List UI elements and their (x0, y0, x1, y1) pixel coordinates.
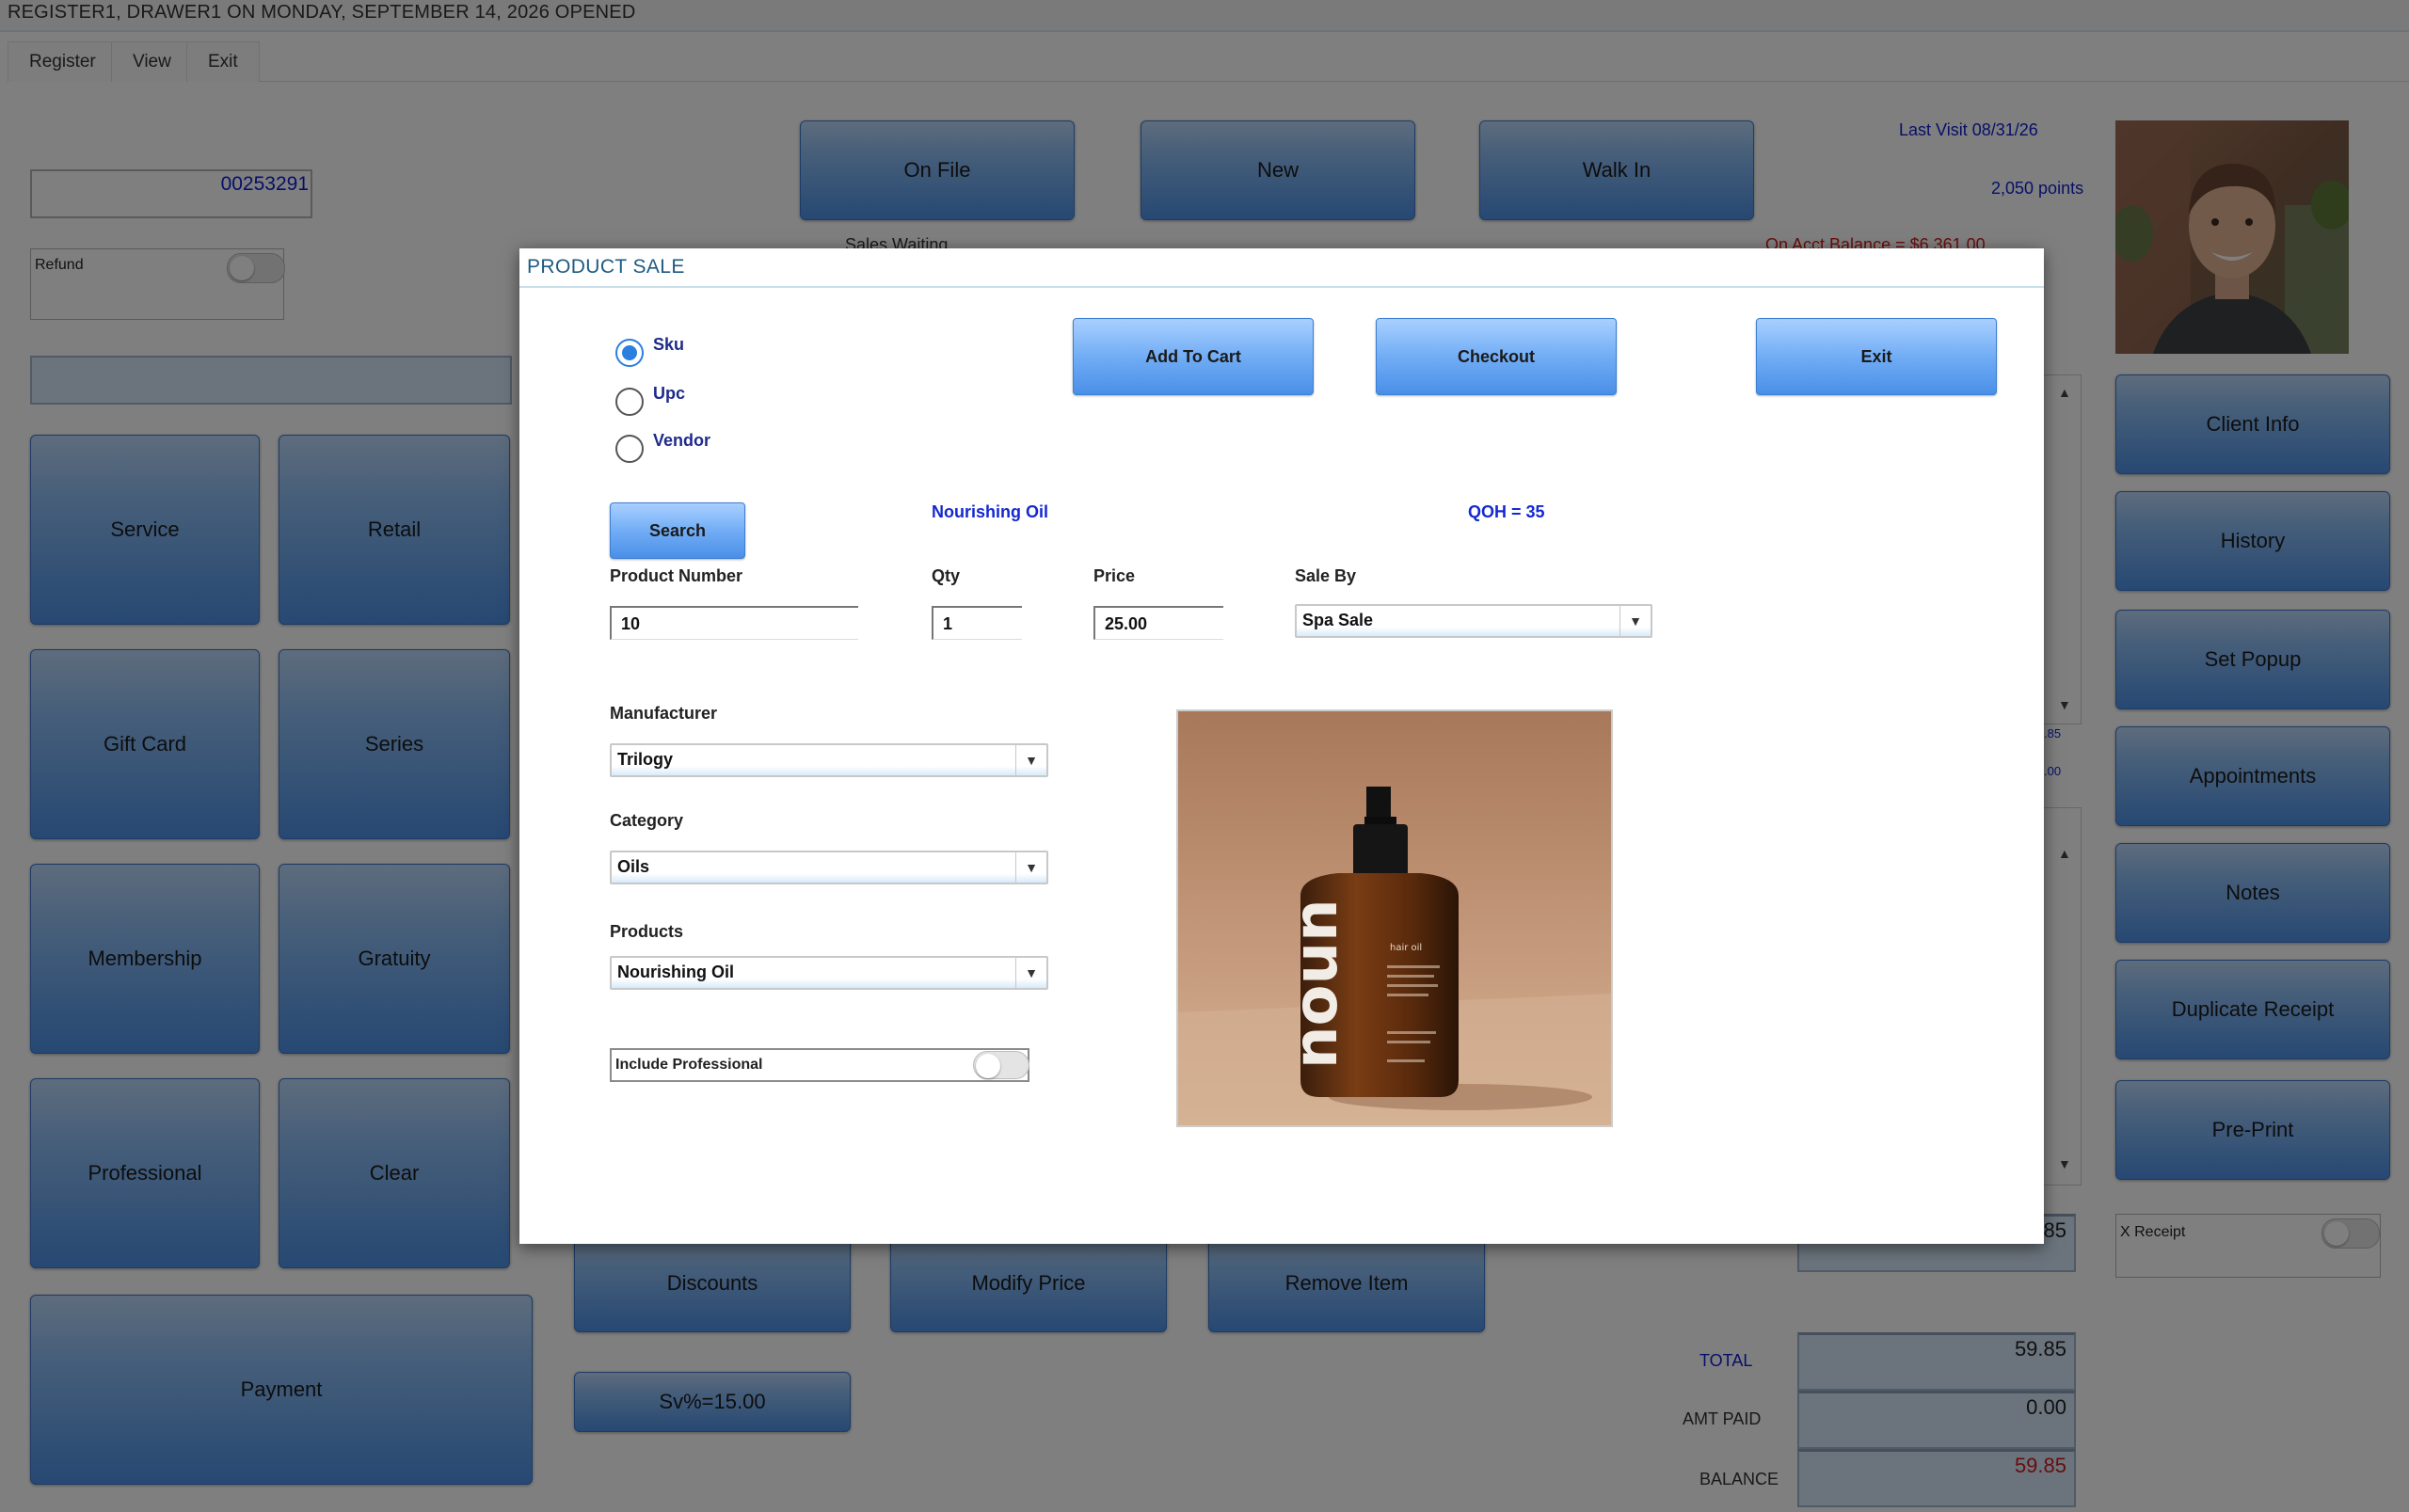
dialog-exit-button[interactable]: Exit (1756, 318, 1997, 395)
radio-upc[interactable] (615, 388, 644, 416)
radio-vendor[interactable] (615, 435, 644, 463)
chevron-down-icon[interactable]: ▼ (1015, 745, 1046, 775)
manufacturer-dropdown[interactable]: Trilogy ▼ (610, 743, 1048, 777)
manufacturer-label: Manufacturer (610, 704, 718, 723)
selected-product-name: Nourishing Oil (932, 502, 1048, 521)
radio-upc-label: Upc (653, 384, 686, 403)
manufacturer-value: Trilogy (617, 750, 674, 769)
sale-by-dropdown[interactable]: Spa Sale ▼ (1295, 604, 1652, 638)
include-professional-row: Include Professional (610, 1048, 1029, 1082)
products-dropdown[interactable]: Nourishing Oil ▼ (610, 956, 1048, 990)
include-professional-toggle[interactable] (973, 1051, 1029, 1079)
category-label: Category (610, 811, 684, 830)
category-value: Oils (617, 857, 650, 876)
bottle-label-text: hair oil (1390, 943, 1422, 953)
title-divider (519, 286, 2044, 288)
price-label: Price (1093, 566, 1136, 585)
sale-by-label: Sale By (1295, 566, 1357, 585)
checkout-button[interactable]: Checkout (1376, 318, 1617, 395)
product-sale-dialog: PRODUCT SALE Sku Upc Vendor Add To Cart … (519, 248, 2044, 1244)
quantity-on-hand: QOH = 35 (1468, 502, 1545, 521)
chevron-down-icon[interactable]: ▼ (1619, 606, 1651, 636)
search-button[interactable]: Search (610, 502, 745, 559)
chevron-down-icon[interactable]: ▼ (1015, 852, 1046, 883)
radio-sku-label: Sku (653, 335, 685, 354)
bottle-brand-text: noun (1282, 899, 1351, 1069)
include-professional-label: Include Professional (615, 1057, 763, 1073)
add-to-cart-button[interactable]: Add To Cart (1073, 318, 1314, 395)
products-value: Nourishing Oil (617, 963, 734, 981)
product-number-input[interactable]: 10 (610, 606, 858, 640)
price-input[interactable]: 25.00 (1093, 606, 1223, 640)
qty-input[interactable]: 1 (932, 606, 1022, 640)
product-bottle-image: noun hair oil (1178, 711, 1611, 1125)
category-dropdown[interactable]: Oils ▼ (610, 851, 1048, 884)
products-label: Products (610, 922, 684, 941)
product-number-label: Product Number (610, 566, 743, 585)
radio-vendor-label: Vendor (653, 431, 711, 450)
dialog-title: PRODUCT SALE (527, 256, 685, 278)
radio-sku[interactable] (615, 339, 644, 367)
product-image: noun hair oil (1176, 709, 1613, 1127)
qty-label: Qty (932, 566, 961, 585)
sale-by-value: Spa Sale (1302, 611, 1374, 629)
chevron-down-icon[interactable]: ▼ (1015, 958, 1046, 988)
